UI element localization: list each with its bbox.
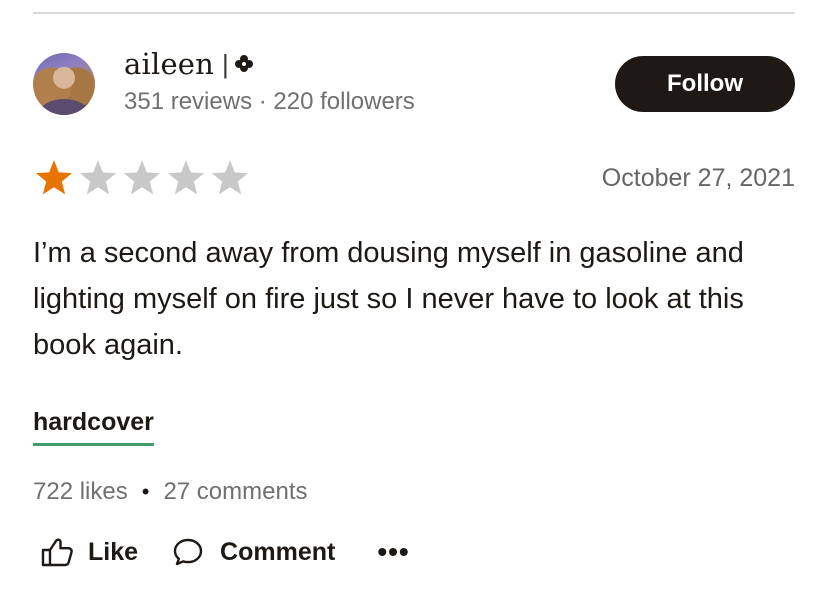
review-actions: Like Comment ••• [40,536,410,568]
like-label: Like [88,537,139,566]
avatar-shoulders [39,99,89,115]
star-empty-icon [211,160,249,195]
shelf-tag[interactable]: hardcover [33,408,154,446]
engagement-separator: • [141,479,150,504]
name-separator: | [222,48,229,79]
comment-label: Comment [220,537,336,566]
comment-bubble-icon [173,538,203,566]
top-divider [33,12,795,14]
avatar[interactable] [33,53,95,115]
likes-count[interactable]: 722 likes [33,478,128,506]
user-name[interactable]: aileen [124,47,214,81]
like-button[interactable]: Like [40,536,138,568]
user-stats[interactable]: 351 reviews · 220 followers [124,88,415,116]
star-empty-icon [123,160,161,195]
star-rating [33,158,251,198]
star-filled-icon [35,160,73,195]
clover-icon [234,55,253,72]
star-empty-icon [79,160,117,195]
star-empty-icon [167,160,205,195]
comments-count[interactable]: 27 comments [163,478,307,506]
user-name-row: aileen | [124,44,254,84]
more-options-button[interactable]: ••• [377,538,409,566]
review-date[interactable]: October 27, 2021 [602,164,795,193]
comment-button[interactable]: Comment [172,536,335,568]
review-text: I’m a second away from dousing myself in… [33,237,744,361]
follow-button[interactable]: Follow [615,56,795,112]
engagement-stats: 722 likes • 27 comments [33,478,308,506]
thumbs-up-icon [41,538,73,567]
